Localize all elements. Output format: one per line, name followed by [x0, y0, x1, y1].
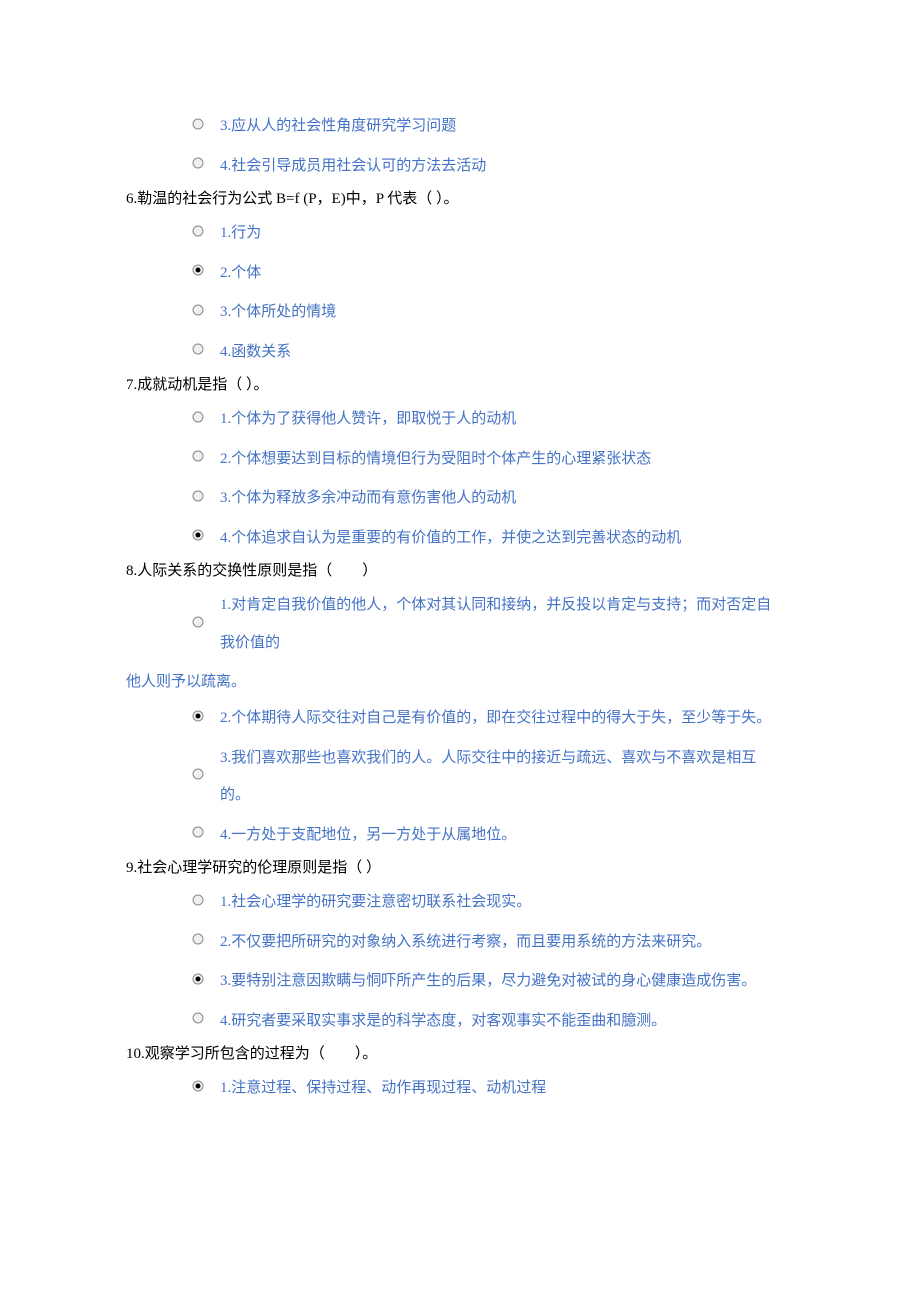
option-row[interactable]: 4.社会引导成员用社会认可的方法去活动: [126, 148, 785, 186]
option-row[interactable]: 4.个体追求自认为是重要的有价值的工作，并使之达到完善状态的动机: [126, 520, 785, 558]
radio-checked-icon[interactable]: [192, 973, 204, 985]
option-row[interactable]: 4.研究者要采取实事求是的科学态度，对客观事实不能歪曲和臆测。: [126, 1003, 785, 1041]
radio-unchecked-icon[interactable]: [192, 616, 204, 628]
option-row[interactable]: 3.个体所处的情境: [126, 294, 785, 332]
radio-unchecked-icon[interactable]: [192, 490, 204, 502]
option-row[interactable]: 1.社会心理学的研究要注意密切联系社会现实。: [126, 884, 785, 922]
option-label: 4.函数关系: [220, 334, 291, 372]
option-label: 3.个体为释放多余冲动而有意伤害他人的动机: [220, 480, 516, 518]
option-row[interactable]: 2.个体期待人际交往对自己是有价值的，即在交往过程中的得大于失，至少等于失。: [126, 700, 785, 738]
radio-unchecked-icon[interactable]: [192, 450, 204, 462]
radio-unchecked-icon[interactable]: [192, 768, 204, 780]
option-row[interactable]: 2.不仅要把所研究的对象纳入系统进行考察，而且要用系统的方法来研究。: [126, 924, 785, 962]
radio-unchecked-icon[interactable]: [192, 933, 204, 945]
radio-checked-icon[interactable]: [192, 1080, 204, 1092]
radio-unchecked-icon[interactable]: [192, 1012, 204, 1024]
quiz-page: 3.应从人的社会性角度研究学习问题 4.社会引导成员用社会认可的方法去活动 6.…: [0, 0, 920, 1190]
question-stem: 7.成就动机是指（ ）。: [126, 373, 785, 397]
option-label: 3.个体所处的情境: [220, 294, 336, 332]
option-label: 4.研究者要采取实事求是的科学态度，对客观事实不能歪曲和臆测。: [220, 1003, 666, 1041]
radio-checked-icon[interactable]: [192, 264, 204, 276]
radio-unchecked-icon[interactable]: [192, 894, 204, 906]
option-row[interactable]: 1.注意过程、保持过程、动作再现过程、动机过程: [126, 1070, 785, 1108]
option-label: 1.注意过程、保持过程、动作再现过程、动机过程: [220, 1070, 546, 1108]
radio-unchecked-icon[interactable]: [192, 411, 204, 423]
option-label: 1.个体为了获得他人赞许，即取悦于人的动机: [220, 401, 516, 439]
option-label: 2.个体期待人际交往对自己是有价值的，即在交往过程中的得大于失，至少等于失。: [220, 700, 771, 738]
option-label: 1.社会心理学的研究要注意密切联系社会现实。: [220, 884, 531, 922]
option-label: 4.社会引导成员用社会认可的方法去活动: [220, 148, 486, 186]
radio-unchecked-icon[interactable]: [192, 343, 204, 355]
option-row[interactable]: 4.函数关系: [126, 334, 785, 372]
option-label: 3.我们喜欢那些也喜欢我们的人。人际交往中的接近与疏远、喜欢与不喜欢是相互的。: [220, 740, 785, 815]
option-label: 2.个体想要达到目标的情境但行为受阻时个体产生的心理紧张状态: [220, 441, 651, 479]
option-row[interactable]: 1.行为: [126, 215, 785, 253]
option-label: 4.个体追求自认为是重要的有价值的工作，并使之达到完善状态的动机: [220, 520, 681, 558]
option-row[interactable]: 3.我们喜欢那些也喜欢我们的人。人际交往中的接近与疏远、喜欢与不喜欢是相互的。: [126, 740, 785, 815]
radio-unchecked-icon[interactable]: [192, 118, 204, 130]
option-label: 2.不仅要把所研究的对象纳入系统进行考察，而且要用系统的方法来研究。: [220, 924, 711, 962]
option-row[interactable]: 2.个体想要达到目标的情境但行为受阻时个体产生的心理紧张状态: [126, 441, 785, 479]
option-label: 1.对肯定自我价值的他人，个体对其认同和接纳，并反投以肯定与支持；而对否定自我价…: [220, 587, 785, 662]
option-row[interactable]: 1.对肯定自我价值的他人，个体对其认同和接纳，并反投以肯定与支持；而对否定自我价…: [126, 587, 785, 662]
radio-checked-icon[interactable]: [192, 529, 204, 541]
radio-checked-icon[interactable]: [192, 710, 204, 722]
option-row[interactable]: 3.要特别注意因欺瞒与恫吓所产生的后果，尽力避免对被试的身心健康造成伤害。: [126, 963, 785, 1001]
radio-unchecked-icon[interactable]: [192, 225, 204, 237]
option-label: 1.行为: [220, 215, 261, 253]
question-stem: 6.勒温的社会行为公式 B=f (P，E)中，P 代表（ ）。: [126, 187, 785, 211]
option-row[interactable]: 2.个体: [126, 255, 785, 293]
radio-unchecked-icon[interactable]: [192, 826, 204, 838]
option-label: 2.个体: [220, 255, 261, 293]
option-label: 4.一方处于支配地位，另一方处于从属地位。: [220, 817, 516, 855]
question-stem: 8.人际关系的交换性原则是指（ ）: [126, 559, 785, 583]
option-label-wrap: 他人则予以疏离。: [126, 664, 785, 700]
option-row[interactable]: 3.应从人的社会性角度研究学习问题: [126, 108, 785, 146]
option-label: 3.要特别注意因欺瞒与恫吓所产生的后果，尽力避免对被试的身心健康造成伤害。: [220, 963, 756, 1001]
radio-unchecked-icon[interactable]: [192, 304, 204, 316]
question-stem: 9.社会心理学研究的伦理原则是指（ ）: [126, 856, 785, 880]
option-label: 3.应从人的社会性角度研究学习问题: [220, 108, 456, 146]
option-row[interactable]: 3.个体为释放多余冲动而有意伤害他人的动机: [126, 480, 785, 518]
option-row[interactable]: 4.一方处于支配地位，另一方处于从属地位。: [126, 817, 785, 855]
radio-unchecked-icon[interactable]: [192, 157, 204, 169]
option-row[interactable]: 1.个体为了获得他人赞许，即取悦于人的动机: [126, 401, 785, 439]
question-stem: 10.观察学习所包含的过程为（ ）。: [126, 1042, 785, 1066]
